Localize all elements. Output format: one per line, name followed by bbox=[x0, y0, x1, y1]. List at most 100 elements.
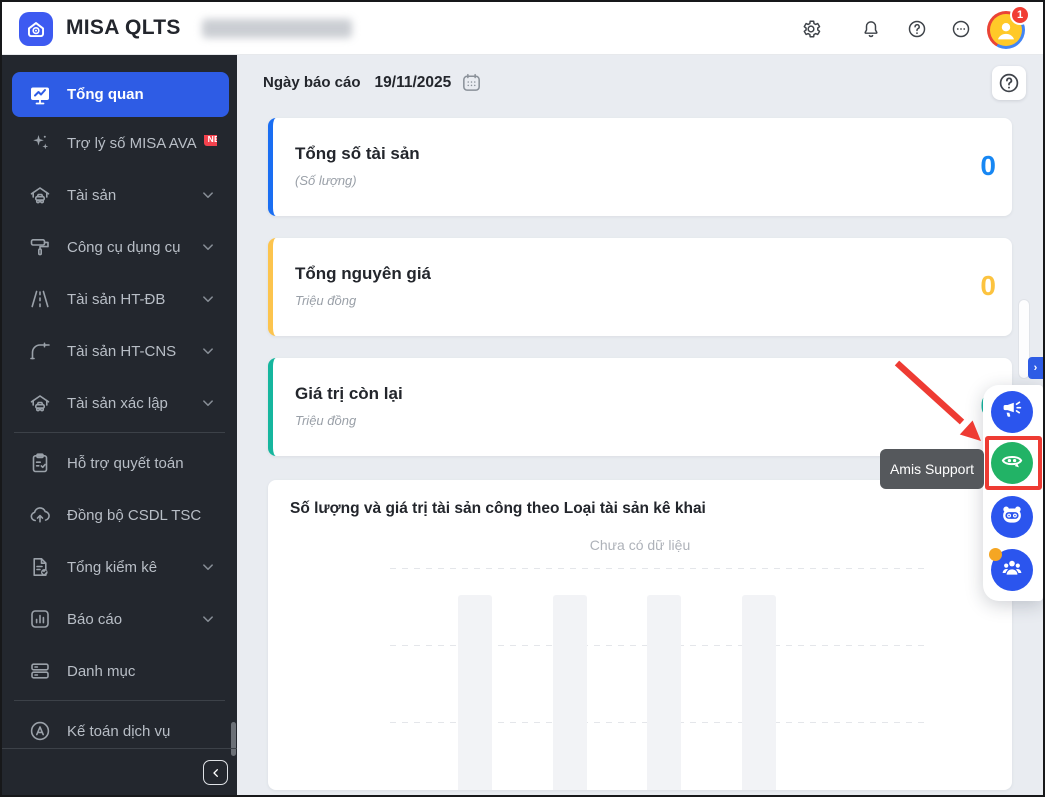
asset-chart-card: Số lượng và giá trị tài sản công theo Lo… bbox=[268, 480, 1012, 790]
report-date-row: Ngày báo cáo 19/11/2025 bbox=[263, 71, 483, 94]
sidebar-footer bbox=[2, 748, 237, 795]
sidebar-item-label: Báo cáo bbox=[67, 610, 123, 628]
chevron-down-icon bbox=[199, 394, 217, 412]
house-car-icon bbox=[28, 183, 52, 207]
kpi-title: Giá trị còn lại bbox=[295, 384, 403, 403]
sidebar-item-label: Tài sản bbox=[67, 186, 117, 204]
kpi-value: 0 bbox=[980, 150, 996, 181]
chevron-down-icon bbox=[199, 342, 217, 360]
list-rows-icon bbox=[28, 659, 52, 683]
chart-gridline bbox=[390, 568, 930, 569]
app-window: MISA QLTS 1 Tổng quan Trợ lý số MISA AVA N… bbox=[0, 0, 1045, 797]
sidebar-item-tong-quan[interactable]: Tổng quan bbox=[12, 72, 229, 117]
main-content: Ngày báo cáo 19/11/2025 Tổng số tài sản … bbox=[237, 55, 1043, 795]
chevron-right-icon[interactable]: › bbox=[1028, 357, 1043, 379]
sidebar-item-tai-san-xac-lap[interactable]: Tài sản xác lập bbox=[2, 377, 237, 429]
kpi-value: 0 bbox=[980, 270, 996, 301]
user-avatar[interactable]: 1 bbox=[987, 5, 1030, 49]
more-options-icon[interactable] bbox=[950, 18, 972, 40]
misa-qlts-logo-icon bbox=[19, 12, 53, 46]
house-car-icon bbox=[28, 391, 52, 415]
sidebar: Tổng quan Trợ lý số MISA AVANEW Tài sản Côn… bbox=[2, 55, 237, 795]
chevron-down-icon bbox=[199, 238, 217, 256]
help-icon[interactable] bbox=[906, 18, 928, 40]
support-float-panel bbox=[983, 385, 1043, 601]
kpi-card-remaining-value: Giá trị còn lại Triệu đồng 0 bbox=[268, 358, 1012, 456]
sidebar-item-bao-cao[interactable]: Báo cáo bbox=[2, 593, 237, 645]
content-help-button[interactable] bbox=[992, 66, 1026, 100]
sidebar-menu: Tổng quan Trợ lý số MISA AVANEW Tài sản Côn… bbox=[2, 55, 237, 757]
panda-bot-icon bbox=[999, 502, 1025, 533]
chevron-down-icon bbox=[199, 290, 217, 308]
chevron-down-icon bbox=[199, 558, 217, 576]
chart-placeholder-bar bbox=[458, 595, 492, 790]
kpi-subtitle: Triệu đồng bbox=[295, 293, 357, 308]
app-title: MISA QLTS bbox=[66, 16, 181, 39]
highlight-annotation bbox=[985, 436, 1042, 490]
cloud-upload-icon bbox=[28, 503, 52, 527]
kpi-title: Tổng số tài sản bbox=[295, 144, 420, 163]
new-badge: NEW bbox=[203, 134, 217, 146]
top-header: MISA QLTS 1 bbox=[2, 2, 1043, 55]
sidebar-item-label: Tài sản HT-CNS bbox=[67, 342, 177, 360]
sparkles-icon bbox=[28, 131, 52, 155]
settings-gear-icon[interactable] bbox=[800, 18, 822, 40]
report-date-value: 19/11/2025 bbox=[374, 73, 452, 91]
sidebar-item-label: Hỗ trợ quyết toán bbox=[67, 454, 184, 472]
monitor-chart-icon bbox=[28, 83, 52, 107]
sidebar-item-dong-bo-csdl-tsc[interactable]: Đồng bộ CSDL TSC bbox=[2, 489, 237, 541]
sidebar-item-tro-ly-so-misa-ava[interactable]: Trợ lý số MISA AVANEW bbox=[2, 117, 237, 169]
sidebar-item-tong-kiem-ke[interactable]: Tổng kiểm kê bbox=[2, 541, 237, 593]
document-check-icon bbox=[28, 555, 52, 579]
sidebar-item-danh-muc[interactable]: Danh mục bbox=[2, 645, 237, 697]
float-button-misa-ava-bot[interactable] bbox=[991, 496, 1033, 538]
sidebar-item-label: Kế toán dịch vụ bbox=[67, 722, 171, 740]
sidebar-item-label: Trợ lý số MISA AVANEW bbox=[67, 134, 217, 152]
sidebar-item-ho-tro-quyet-toan[interactable]: Hỗ trợ quyết toán bbox=[2, 437, 237, 489]
pipe-icon bbox=[28, 339, 52, 363]
blurred-org-name bbox=[202, 19, 352, 38]
amis-support-tooltip: Amis Support bbox=[880, 449, 984, 489]
chart-title: Số lượng và giá trị tài sản công theo Lo… bbox=[290, 500, 706, 517]
sidebar-collapse-button[interactable] bbox=[203, 760, 228, 785]
kpi-card-original-cost: Tổng nguyên giá Triệu đồng 0 bbox=[268, 238, 1012, 336]
kpi-title: Tổng nguyên giá bbox=[295, 264, 431, 283]
kpi-subtitle: (Số lượng) bbox=[295, 173, 357, 188]
sidebar-item-label: Tổng kiểm kê bbox=[67, 558, 158, 576]
sidebar-item-tai-san-ht-db[interactable]: Tài sản HT-ĐB bbox=[2, 273, 237, 325]
sidebar-item-label: Đồng bộ CSDL TSC bbox=[67, 506, 202, 524]
chart-placeholder-bar bbox=[647, 595, 681, 790]
people-group-icon bbox=[1000, 556, 1024, 585]
calendar-icon bbox=[460, 71, 483, 94]
notification-dot bbox=[989, 548, 1002, 561]
sidebar-divider bbox=[14, 700, 225, 701]
chevron-down-icon bbox=[199, 610, 217, 628]
chart-empty-text: Chưa có dữ liệu bbox=[589, 537, 691, 553]
float-button-community[interactable] bbox=[989, 548, 1033, 591]
kpi-card-total-assets: Tổng số tài sản (Số lượng) 0 bbox=[268, 118, 1012, 216]
report-date-picker[interactable]: 19/11/2025 bbox=[375, 71, 484, 94]
notifications-bell-icon[interactable] bbox=[860, 18, 882, 40]
kpi-subtitle: Triệu đồng bbox=[295, 413, 357, 428]
megaphone-icon bbox=[1000, 398, 1024, 427]
sidebar-divider bbox=[14, 432, 225, 433]
paint-roller-icon bbox=[28, 235, 52, 259]
report-date-label: Ngày báo cáo bbox=[263, 74, 361, 91]
float-button-announcements[interactable] bbox=[991, 391, 1033, 433]
sidebar-item-tai-san-ht-cns[interactable]: Tài sản HT-CNS bbox=[2, 325, 237, 377]
sidebar-item-tai-san[interactable]: Tài sản bbox=[2, 169, 237, 221]
circle-a-icon bbox=[28, 719, 52, 743]
sidebar-item-label: Công cụ dụng cụ bbox=[67, 238, 181, 256]
chevron-down-icon bbox=[199, 186, 217, 204]
sidebar-item-label: Danh mục bbox=[67, 662, 136, 680]
sidebar-item-label: Tài sản xác lập bbox=[67, 394, 168, 412]
sidebar-item-cong-cu-dung-cu[interactable]: Công cụ dụng cụ bbox=[2, 221, 237, 273]
chart-placeholder-bar bbox=[742, 595, 776, 790]
clipboard-check-icon bbox=[28, 451, 52, 475]
sidebar-item-label: Tài sản HT-ĐB bbox=[67, 290, 166, 308]
chart-placeholder-bar bbox=[553, 595, 587, 790]
notification-count-badge: 1 bbox=[1010, 5, 1030, 25]
bar-chart-icon bbox=[28, 607, 52, 631]
sidebar-item-label: Tổng quan bbox=[67, 86, 144, 103]
road-icon bbox=[28, 287, 52, 311]
